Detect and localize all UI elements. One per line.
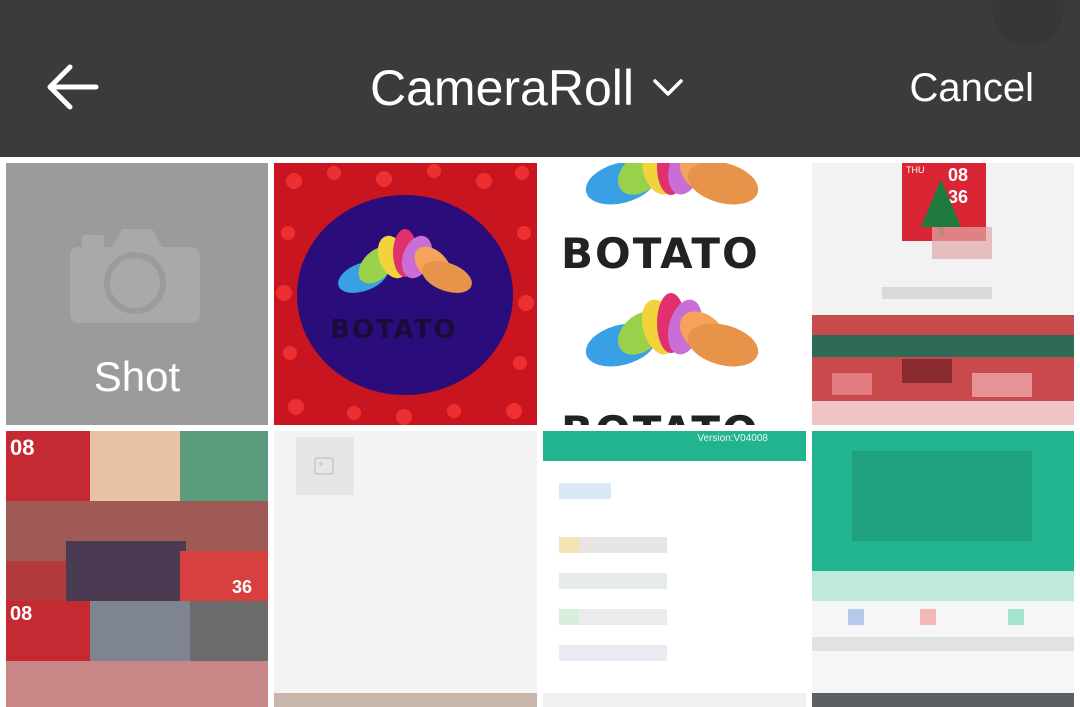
photo-thumbnail[interactable]: BOTATO BOTATO — [543, 163, 806, 425]
clock-minute: 36 — [232, 577, 253, 597]
photo-thumbnail[interactable] — [274, 431, 537, 707]
photo-thumbnail[interactable] — [812, 431, 1074, 707]
lotus-logo-image — [585, 163, 759, 367]
shot-label: Shot — [93, 353, 181, 400]
album-selector[interactable]: CameraRoll — [370, 56, 684, 120]
overlay-dot — [992, 0, 1064, 46]
photo-grid: Shot BOTATO BOTATO THU 08 36 08 36 08 Ve… — [0, 157, 1080, 707]
camera-icon — [68, 225, 202, 330]
brand-text: BOTATO — [330, 315, 458, 345]
cancel-button[interactable]: Cancel — [909, 56, 1034, 120]
brand-text: BOTATO — [561, 407, 760, 425]
shot-tile[interactable]: Shot — [6, 163, 268, 425]
brand-text: BOTATO — [561, 229, 760, 278]
app-header-bar: Version:V04008 — [543, 431, 806, 461]
photo-thumbnail[interactable]: THU 08 36 — [812, 163, 1074, 425]
photo-thumbnail[interactable]: 08 36 08 — [6, 431, 268, 707]
image-placeholder-icon — [296, 437, 354, 495]
clock-hour: 08 — [10, 435, 35, 460]
version-text: Version:V04008 — [697, 433, 768, 444]
clock-hour: 08 — [10, 603, 33, 625]
back-button[interactable] — [40, 55, 104, 119]
album-title: CameraRoll — [370, 60, 634, 116]
arrow-left-icon — [47, 64, 99, 110]
photo-thumbnail[interactable]: Version:V04008 — [543, 431, 806, 707]
photo-thumbnail[interactable]: BOTATO — [274, 163, 537, 425]
purple-logo-image — [274, 163, 537, 425]
top-bar: CameraRoll Cancel — [0, 0, 1080, 157]
chevron-down-icon — [652, 78, 684, 98]
clock-day: THU — [906, 165, 925, 175]
